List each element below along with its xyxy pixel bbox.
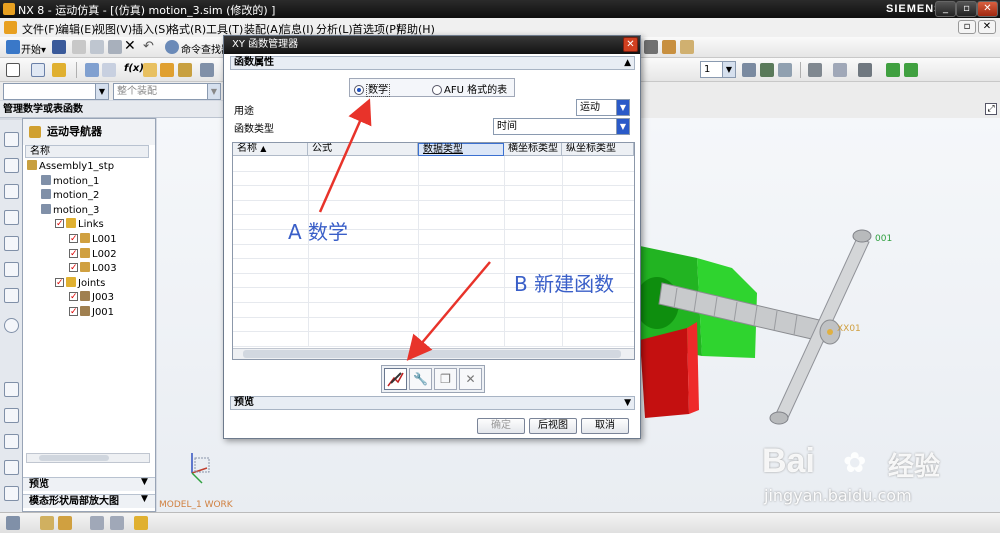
status-tool-icon[interactable] [6,516,20,530]
annotation-b: B 新建函数 [514,272,615,296]
arrow-to-new-function [406,261,491,361]
baidu-watermark: Bai ✿ 经验 jingyan.baidu.com [760,440,1000,512]
status-joint-icon[interactable] [90,516,104,530]
baidu-brand: Bai [762,442,815,480]
status-connector-icon[interactable] [110,516,124,530]
status-link-icon[interactable] [58,516,72,530]
status-snap-icon[interactable] [40,516,54,530]
annotation-a: A 数学 [288,220,349,244]
baidu-paw-icon: ✿ [843,446,867,479]
arrow-to-math [318,98,372,213]
status-bar [0,512,1000,533]
baidu-url: jingyan.baidu.com [764,486,912,505]
status-marker-icon[interactable] [134,516,148,530]
baidu-jingyan: 经验 [888,452,941,482]
